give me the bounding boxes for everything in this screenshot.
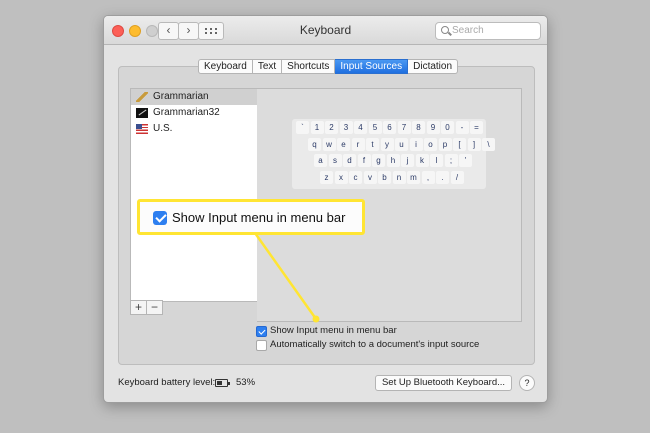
callout-label: Show Input menu in menu bar: [172, 210, 346, 225]
callout-zoom: Show Input menu in menu bar: [137, 199, 365, 235]
callout-checkbox: [153, 211, 167, 225]
